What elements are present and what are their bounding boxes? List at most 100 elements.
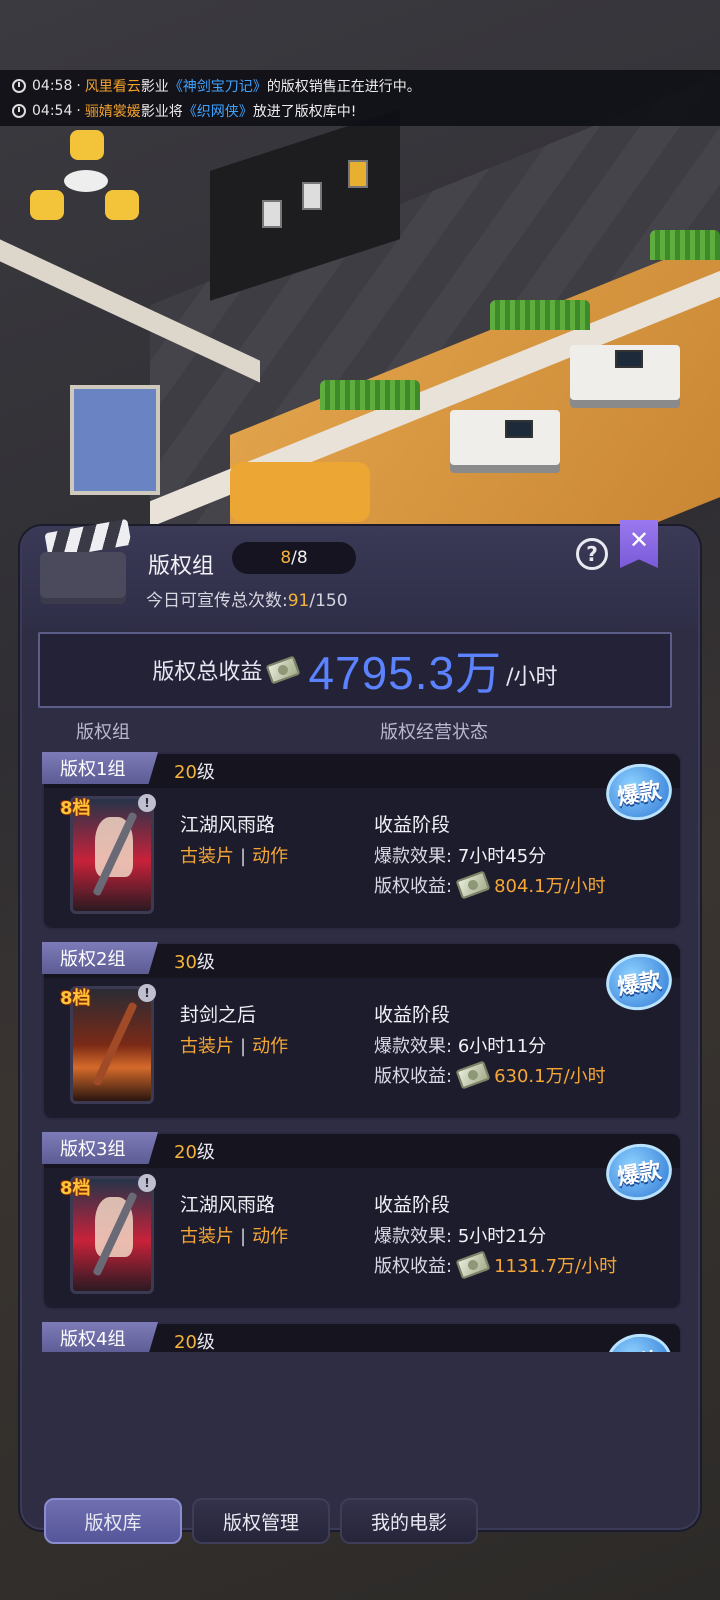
genre-primary: 古装片	[180, 1226, 234, 1247]
company-name[interactable]: 骊婧裳媛	[85, 101, 141, 121]
movie-title: 封剑之后	[180, 1004, 257, 1026]
clock-icon	[12, 103, 26, 118]
group-tag: 版权3组	[42, 1132, 158, 1164]
company-name[interactable]: 风里看云	[85, 76, 141, 96]
genre-separator: |	[240, 1226, 247, 1247]
money-icon	[455, 870, 491, 900]
group-income: 版权收益: 1131.7万/小时	[374, 1250, 617, 1280]
grade-label: 8档	[60, 988, 91, 1009]
bottom-tab-bar: 版权库 版权管理 我的电影	[44, 1498, 478, 1544]
copyright-group-card[interactable]: 版权4组 20级 爆款	[42, 1322, 682, 1352]
hot-effect-label: 爆款效果:	[374, 1036, 453, 1057]
clapperboard-icon	[40, 518, 132, 606]
group-level-suffix: 级	[196, 762, 215, 783]
separator-dot: ·	[76, 77, 81, 94]
notification-text: 影业将	[140, 103, 183, 120]
group-level: 30级	[174, 948, 215, 974]
wall-art	[262, 200, 282, 228]
genre-separator: |	[240, 1036, 247, 1057]
genre-secondary: 动作	[252, 1226, 289, 1247]
notification-time: 04:58	[32, 77, 73, 94]
group-income: 版权收益: 630.1万/小时	[374, 1060, 606, 1090]
movie-genre: 古装片 | 动作	[180, 842, 288, 868]
hot-effect-value: 7小时45分	[457, 846, 547, 867]
planter	[320, 380, 420, 410]
money-icon	[265, 655, 301, 685]
notification-text: 影业	[140, 78, 169, 95]
yellow-chair	[105, 190, 139, 220]
info-icon[interactable]: !	[138, 794, 156, 812]
income-label: 版权收益:	[374, 1066, 453, 1087]
income-label: 版权收益:	[374, 876, 453, 897]
total-income-unit: /小时	[506, 665, 558, 690]
panel-title: 版权组	[148, 554, 215, 579]
tab-copyright-management[interactable]: 版权管理	[192, 1498, 330, 1544]
tab-my-movies[interactable]: 我的电影	[340, 1498, 478, 1544]
yellow-chair	[30, 190, 64, 220]
group-tag: 版权1组	[42, 752, 158, 784]
movie-link[interactable]: 《织网侠》	[183, 101, 253, 121]
movie-link[interactable]: 《神剑宝刀记》	[169, 76, 267, 96]
group-level-suffix: 级	[196, 1332, 215, 1352]
group-level: 20级	[174, 758, 215, 784]
column-header-group: 版权组	[76, 722, 130, 743]
promo-total: /150	[309, 591, 348, 611]
group-level-number: 30	[174, 952, 197, 973]
clock-icon	[12, 78, 26, 93]
hot-effect: 爆款效果: 5小时21分	[374, 1222, 546, 1248]
copyright-group-card[interactable]: 版权3组 20级 爆款 ★★★★ 8档 ! 江湖风雨路 古装片|动作 收益阶段 …	[42, 1132, 682, 1310]
total-income-box: 版权总收益 4795.3万 /小时	[38, 632, 672, 708]
wall-art	[348, 160, 368, 188]
hot-effect-label: 爆款效果:	[374, 846, 453, 867]
money-icon	[455, 1060, 491, 1090]
info-icon[interactable]: !	[138, 984, 156, 1002]
income-value: 630.1万/小时	[494, 1066, 606, 1087]
group-level-suffix: 级	[196, 1142, 215, 1163]
notification-text: 放进了版权库中!	[252, 103, 357, 120]
group-tag: 版权2组	[42, 942, 158, 974]
group-count-pill: 8/8	[232, 542, 356, 574]
copyright-group-panel: 版权组 8/8 今日可宣传总次数:91/150 ? ✕ 版权总收益 4795.3…	[20, 518, 700, 1530]
column-header-status: 版权经营状态	[380, 722, 488, 743]
copyright-group-card[interactable]: 版权2组 30级 爆款 ★★★ 8档 ! 封剑之后 古装片|动作 收益阶段 爆款…	[42, 942, 682, 1120]
income-value: 804.1万/小时	[494, 876, 606, 897]
promo-label: 今日可宣传总次数:	[146, 591, 288, 611]
genre-primary: 古装片	[180, 1036, 234, 1057]
genre-separator: |	[240, 846, 247, 867]
money-icon	[455, 1250, 491, 1280]
orange-sofa	[230, 462, 370, 522]
copyright-group-list[interactable]: 版权1组 20级 爆款 ★★★★ 8档 ! 江湖风雨路 古装片|动作 收益阶段 …	[42, 752, 682, 1352]
info-icon[interactable]: !	[138, 1174, 156, 1192]
notification-time: 04:54	[32, 102, 73, 119]
total-income-label: 版权总收益	[152, 660, 263, 685]
notification-feed: 04:58 · 风里看云 影业 《神剑宝刀记》 的版权销售正在进行中。 04:5…	[0, 70, 720, 126]
copyright-group-card[interactable]: 版权1组 20级 爆款 ★★★★ 8档 ! 江湖风雨路 古装片|动作 收益阶段 …	[42, 752, 682, 930]
hot-effect-label: 爆款效果:	[374, 1226, 453, 1247]
income-label: 版权收益:	[374, 1256, 453, 1277]
glass-door	[70, 385, 160, 495]
hot-effect: 爆款效果: 6小时11分	[374, 1032, 546, 1058]
notification-text: 的版权销售正在进行中。	[266, 78, 421, 95]
total-income-value: 4795.3万	[308, 647, 503, 699]
group-level-number: 20	[174, 1332, 197, 1352]
monitor	[615, 350, 643, 368]
movie-genre: 古装片 | 动作	[180, 1222, 288, 1248]
movie-title: 江湖风雨路	[180, 1194, 276, 1216]
business-stage: 收益阶段	[374, 1194, 451, 1216]
notification-item: 04:54 · 骊婧裳媛 影业将 《织网侠》 放进了版权库中!	[12, 98, 720, 123]
group-count-total: /8	[291, 548, 308, 568]
planter	[650, 230, 720, 260]
wall-art	[302, 182, 322, 210]
help-button[interactable]: ?	[576, 538, 608, 570]
hot-effect: 爆款效果: 7小时45分	[374, 842, 546, 868]
tab-copyright-library[interactable]: 版权库	[44, 1498, 182, 1544]
close-button[interactable]: ✕	[620, 520, 658, 568]
business-stage: 收益阶段	[374, 814, 451, 836]
movie-genre: 古装片 | 动作	[180, 1032, 288, 1058]
separator-dot: ·	[76, 102, 81, 119]
planter	[490, 300, 590, 330]
group-count-current: 8	[280, 548, 292, 568]
business-stage: 收益阶段	[374, 1004, 451, 1026]
monitor	[505, 420, 533, 438]
genre-secondary: 动作	[252, 846, 289, 867]
